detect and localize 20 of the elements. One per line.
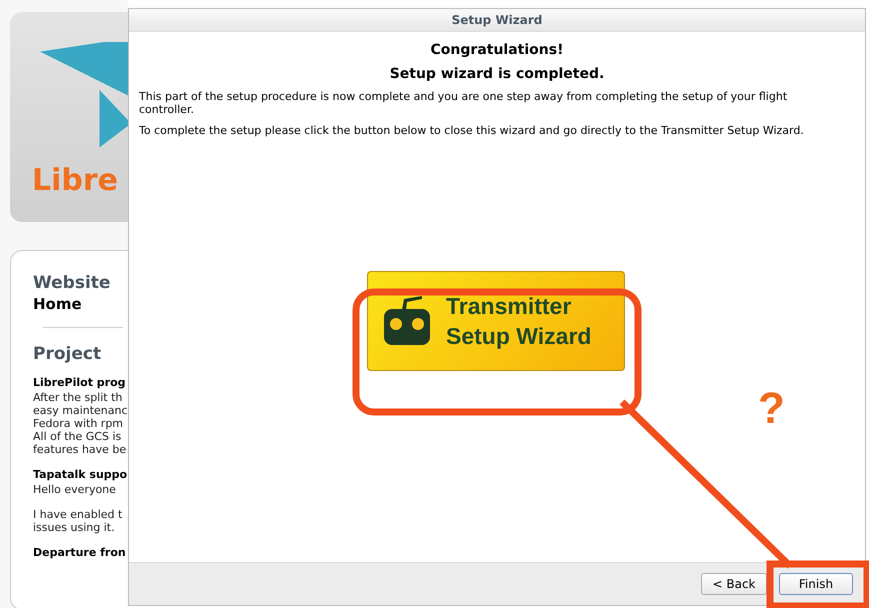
section-heading: Project: [33, 344, 102, 364]
news-text: Hello everyone: [33, 483, 117, 496]
news-title: Tapatalk suppo: [33, 468, 128, 481]
section-heading: Website: [33, 273, 112, 293]
transmitter-wizard-button[interactable]: Transmitter Setup Wizard: [367, 271, 625, 371]
paragraph: To complete the setup please click the button below to close this wizard and go directly to the Transmitter Setup Wizard.: [139, 124, 805, 137]
news-text: I have enabled t issues using it.: [33, 508, 124, 534]
news-text: After the split th easy maintenanc Fedora with rpm All of the GCS is features have be: [33, 391, 128, 456]
remote-control-icon: [382, 296, 432, 346]
news-title: Departure fron: [33, 546, 127, 559]
finish-button[interactable]: Finish: [779, 573, 853, 595]
question-mark: ?: [758, 384, 785, 434]
window-title: Setup Wizard: [452, 13, 542, 27]
logo-text: Libre: [32, 163, 120, 198]
heading: Congratulations!: [430, 42, 564, 58]
back-button[interactable]: < Back: [701, 573, 767, 595]
news-title: LibrePilot prog: [33, 376, 127, 389]
subheading: Setup wizard is completed.: [388, 66, 606, 82]
nav-link[interactable]: Home: [33, 295, 82, 313]
paragraph: This part of the setup procedure is now complete and you are one step away from completing the setup of your flight controller.: [139, 90, 788, 116]
